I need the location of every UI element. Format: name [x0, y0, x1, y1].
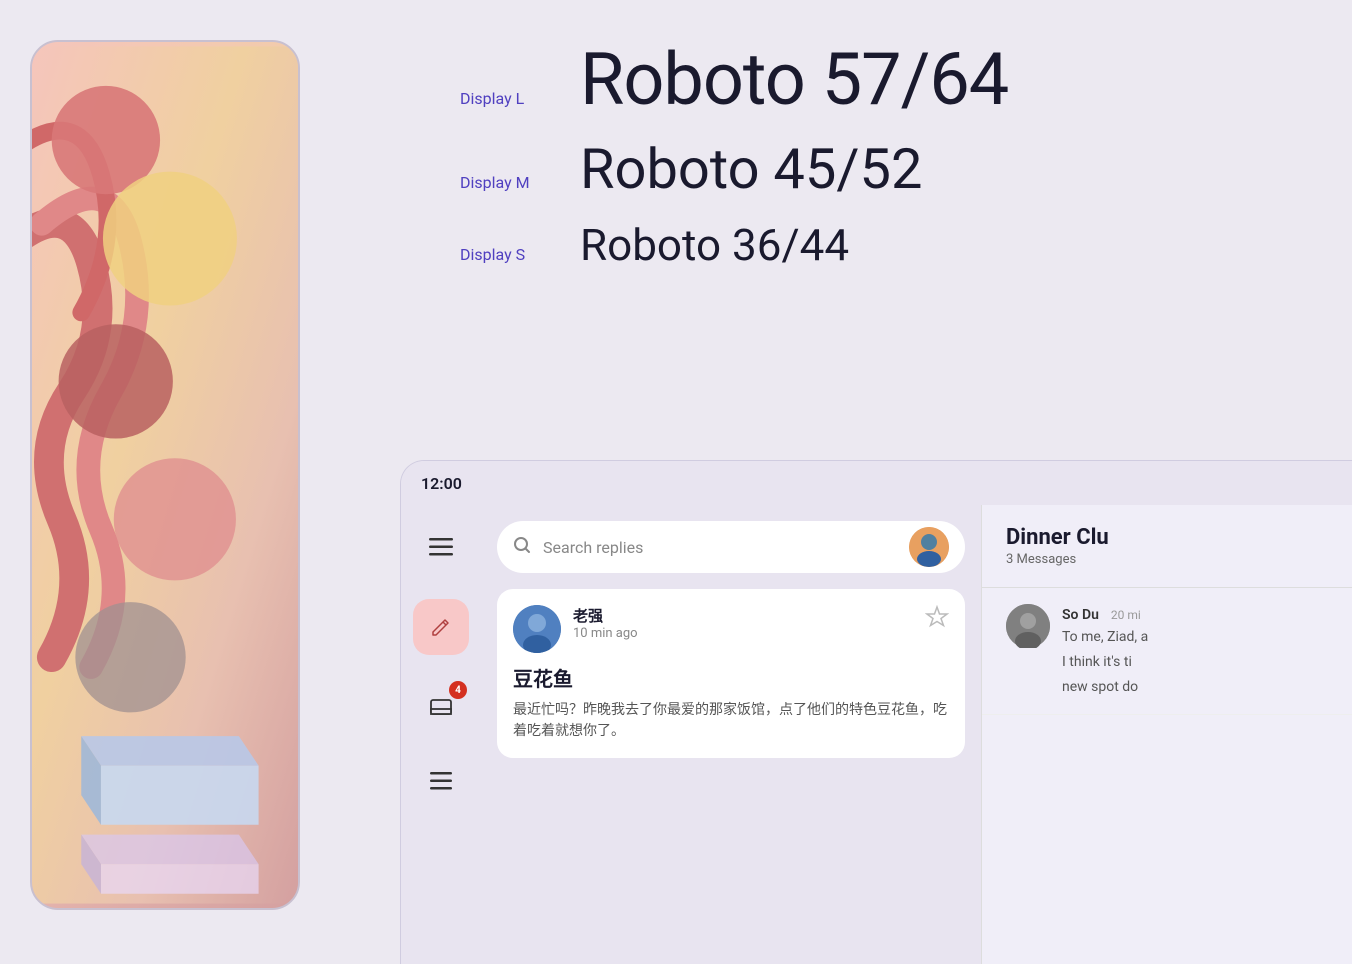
display-s-text: Roboto 36/44: [580, 221, 849, 269]
dinner-avatar: [1006, 604, 1050, 648]
message-preview: 最近忙吗？昨晚我去了你最爱的那家饭馆，点了他们的特色豆花鱼，吃着吃着就想你了。: [513, 700, 949, 742]
message-item[interactable]: 老强 10 min ago 豆花鱼 最近忙吗？昨晚我去了你最爱的那家饭馆，点了他…: [497, 589, 965, 758]
star-icon[interactable]: [925, 605, 949, 635]
display-m-label: Display M: [460, 173, 580, 192]
typography-section: Display L Roboto 57/64 Display M Roboto …: [340, 0, 1352, 269]
app-right-panel: Dinner Clu 3 Messages So Du 20 mi: [981, 505, 1352, 964]
search-placeholder: Search replies: [543, 538, 897, 557]
display-s-row: Display S Roboto 36/44: [460, 221, 1292, 269]
dinner-text-line3: new spot do: [1062, 677, 1328, 698]
display-l-row: Display L Roboto 57/64: [460, 40, 1292, 119]
dinner-header: Dinner Clu 3 Messages: [982, 505, 1352, 588]
message-sender: 老强: [573, 605, 913, 626]
display-m-text: Roboto 45/52: [580, 139, 922, 201]
inbox-icon[interactable]: 4: [419, 685, 463, 729]
dinner-meta: So Du 20 mi To me, Ziad, a I think it's …: [1062, 604, 1328, 698]
message-subject: 豆花鱼: [513, 663, 949, 692]
messages-list: Search replies: [481, 505, 981, 964]
inbox-badge: 4: [449, 681, 467, 699]
message-meta: 老强 10 min ago: [573, 605, 913, 641]
left-panel: [0, 0, 340, 964]
list-icon[interactable]: [419, 759, 463, 803]
dinner-time: 20 mi: [1111, 608, 1141, 622]
dinner-title: Dinner Clu: [1006, 525, 1328, 550]
dinner-text-line2: I think it's ti: [1062, 652, 1328, 673]
right-panel: Display L Roboto 57/64 Display M Roboto …: [340, 0, 1352, 964]
user-avatar[interactable]: [909, 527, 949, 567]
app-main: Search replies: [481, 505, 1352, 964]
display-l-text: Roboto 57/64: [580, 40, 1008, 119]
dinner-sender: So Du: [1062, 607, 1099, 623]
display-l-label: Display L: [460, 89, 580, 108]
status-bar: 12:00: [401, 461, 1352, 505]
display-m-row: Display M Roboto 45/52: [460, 139, 1292, 201]
search-icon: [513, 536, 531, 559]
message-time: 10 min ago: [573, 626, 913, 641]
message-avatar: [513, 605, 561, 653]
message-header: 老强 10 min ago: [513, 605, 949, 653]
search-bar[interactable]: Search replies: [497, 521, 965, 573]
display-s-label: Display S: [460, 245, 580, 264]
app-sidebar: 4: [401, 505, 481, 964]
app-mockup: 12:00: [400, 460, 1352, 964]
menu-icon[interactable]: [419, 525, 463, 569]
phone-mockup: [30, 40, 300, 910]
dinner-text-line1: To me, Ziad, a: [1062, 627, 1328, 648]
dinner-message-item[interactable]: So Du 20 mi To me, Ziad, a I think it's …: [982, 588, 1352, 715]
status-time: 12:00: [421, 474, 462, 493]
compose-fab[interactable]: [413, 599, 469, 655]
dinner-count: 3 Messages: [1006, 552, 1328, 567]
